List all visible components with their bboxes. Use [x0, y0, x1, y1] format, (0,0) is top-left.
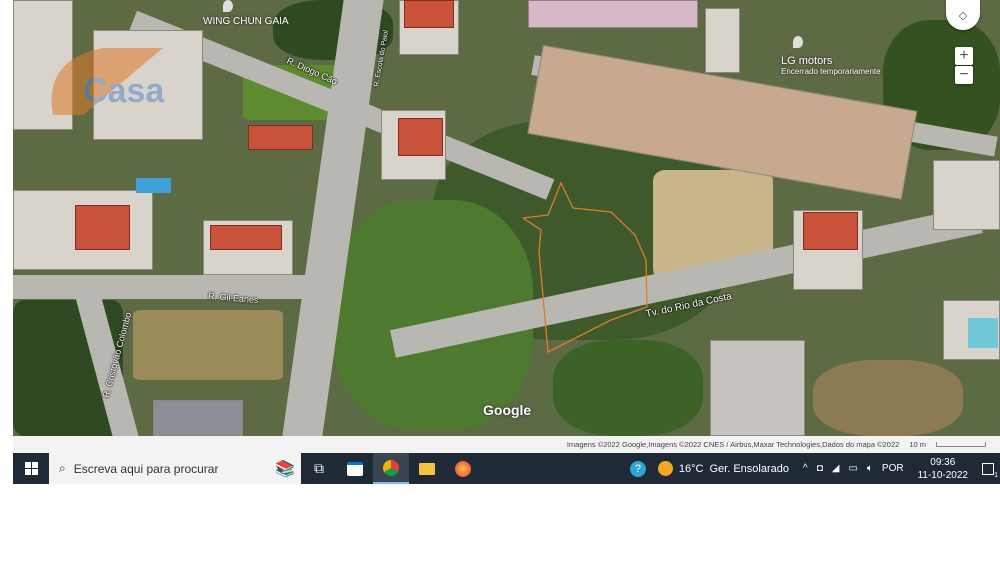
search-highlight-icon: 📚 [275, 460, 295, 478]
zoom-out-button[interactable]: − [955, 66, 973, 84]
meet-now-icon[interactable]: ◘ [817, 463, 823, 474]
map-pin-icon[interactable] [793, 36, 803, 48]
task-view-button[interactable]: ⧉ [301, 453, 337, 484]
clock[interactable]: 09:36 11-10-2022 [910, 453, 976, 484]
firefox-button[interactable] [445, 453, 481, 484]
poi-wing-chun-gaia[interactable]: WING CHUN GAIA [203, 16, 289, 27]
help-button[interactable]: ? [626, 453, 650, 484]
scale-label[interactable]: 10 m [909, 440, 926, 449]
show-hidden-icons-chevron-icon[interactable]: ^ [803, 463, 808, 474]
svg-text:Casa: Casa [83, 72, 165, 110]
volume-icon[interactable]: 🔈︎ [867, 463, 873, 474]
battery-icon[interactable]: ▭ [848, 463, 857, 474]
notification-count: 1 [994, 472, 998, 479]
chrome-button[interactable] [373, 453, 409, 484]
firefox-icon [455, 460, 471, 477]
weather-sun-cloud-icon [657, 461, 673, 476]
folder-icon [419, 462, 435, 475]
file-explorer-button[interactable] [409, 453, 445, 484]
poi-lg-motors[interactable]: LG motors [781, 55, 832, 67]
notifications-button[interactable]: 1 [976, 453, 1000, 484]
windows-icon [24, 462, 38, 475]
help-icon: ? [629, 460, 646, 477]
weather-condition: Ger. Ensolarado [709, 462, 790, 475]
clock-date: 11-10-2022 [917, 469, 968, 481]
notification-icon [982, 462, 994, 475]
weather-temperature: 16°C [678, 462, 704, 475]
start-button[interactable] [13, 453, 49, 484]
store-icon [347, 461, 363, 476]
attribution-text: Imagens ©2022 Google,Imagens ©2022 CNES … [566, 440, 900, 449]
map-pin-icon[interactable] [223, 0, 233, 12]
poi-lg-motors-status: Encerrado temporariamente [781, 67, 881, 76]
clock-time: 09:36 [930, 456, 956, 468]
wifi-icon[interactable]: ◢ [832, 463, 840, 474]
search-icon: ⌕ [59, 461, 66, 475]
task-view-icon: ⧉ [314, 460, 324, 476]
windows-taskbar: ⌕ Escreva aqui para procurar 📚 ⧉ ? 16°C … [13, 453, 1000, 484]
microsoft-store-button[interactable] [337, 453, 373, 484]
language-indicator[interactable]: POR [882, 463, 904, 474]
google-logo: Google [483, 402, 532, 418]
search-placeholder: Escreva aqui para procurar [73, 461, 219, 476]
satellite-map[interactable]: Casa WING CHUN GAIA LG motors Encerrado … [13, 0, 1000, 436]
chrome-icon [383, 459, 399, 476]
map-attribution-bar: Imagens ©2022 Google,Imagens ©2022 CNES … [13, 436, 1000, 453]
scale-bar [936, 442, 986, 447]
watermark-logo: Casa [43, 40, 173, 120]
weather-widget[interactable]: 16°C Ger. Ensolarado [650, 453, 797, 484]
zoom-in-button[interactable]: + [955, 47, 973, 65]
taskbar-search-box[interactable]: ⌕ Escreva aqui para procurar 📚 [49, 453, 301, 484]
